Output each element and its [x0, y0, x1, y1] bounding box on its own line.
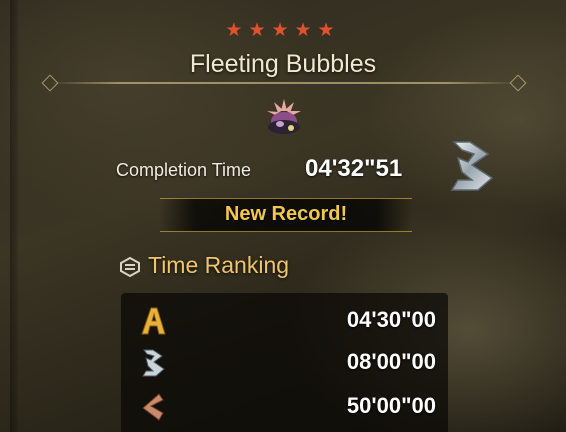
ranking-row-c: 50'00"00: [121, 386, 448, 426]
time-ranking-title: Time Ranking: [148, 252, 290, 278]
new-record-text: New Record!: [224, 203, 348, 225]
title-divider: [50, 82, 516, 84]
ranking-row-b: 08'00"00: [121, 342, 448, 382]
ranking-time-a: 04'30"00: [346, 307, 436, 332]
quest-title: Fleeting Bubbles: [189, 50, 377, 78]
monster-icon: [267, 99, 301, 134]
rank-b-large-icon: [450, 141, 494, 191]
completion-time-value: 04'32"51: [305, 155, 403, 182]
ranking-time-b: 08'00"00: [346, 349, 436, 374]
ranking-row-a: 04'30"00: [121, 300, 448, 340]
difficulty-stars: ★★★★★: [225, 19, 341, 41]
rank-a-icon: [141, 307, 166, 335]
rank-b-icon: [142, 349, 165, 377]
completion-time-label: Completion Time: [116, 160, 252, 180]
ranking-time-c: 50'00"00: [346, 393, 436, 418]
ranking-emblem-icon: [120, 256, 140, 278]
rank-c-icon: [142, 393, 164, 421]
